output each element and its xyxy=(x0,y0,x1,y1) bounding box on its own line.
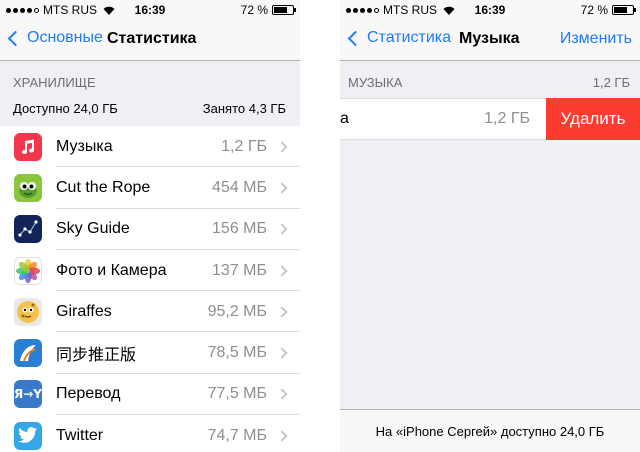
chevron-right-icon xyxy=(276,430,288,442)
storage-footer: На «iPhone Сергей» доступно 24,0 ГБ xyxy=(340,409,640,452)
back-button-label: Основные xyxy=(27,29,103,46)
app-size: 74,7 МБ xyxy=(207,426,267,444)
app-row-translate[interactable]: Я→Y Перевод 77,5 МБ xyxy=(0,374,300,416)
app-row-tongbutui[interactable]: 同步推正版 78,5 МБ xyxy=(0,332,300,375)
chevron-right-icon xyxy=(276,140,288,153)
app-name: Перевод xyxy=(56,385,121,403)
music-detail-screen: MTS RUS 16:39 72 % Статистика Музыка Изм… xyxy=(340,0,640,452)
swiped-list-item[interactable]: а 1,2 ГБ Удалить xyxy=(340,98,640,140)
app-size: 95,2 МБ xyxy=(207,302,267,320)
navigation-bar: Статистика Музыка Изменить xyxy=(340,18,640,61)
app-size: 78,5 МБ xyxy=(207,344,267,362)
chevron-left-icon xyxy=(7,30,24,46)
section-size: 1,2 ГБ xyxy=(592,75,630,90)
storage-header: ХРАНИЛИЩЕ xyxy=(13,75,96,90)
twitter-icon xyxy=(14,421,42,450)
status-bar: MTS RUS 16:39 72 % xyxy=(0,0,300,18)
battery-status: 72 % xyxy=(240,3,296,17)
music-icon xyxy=(14,132,42,161)
chevron-left-icon xyxy=(347,30,364,46)
photos-icon xyxy=(14,256,42,285)
app-name: Twitter xyxy=(56,426,104,444)
app-name: Giraffes xyxy=(56,302,112,320)
chevron-right-icon xyxy=(276,347,288,359)
storage-screen: MTS RUS 16:39 72 % Основные Статистика Х… xyxy=(0,0,300,452)
navigation-bar: Основные Статистика xyxy=(0,18,300,61)
battery-percent: 72 % xyxy=(580,3,608,17)
app-name: Музыка xyxy=(56,137,113,155)
delete-button[interactable]: Удалить xyxy=(546,98,640,140)
app-row-music[interactable]: Музыка 1,2 ГБ xyxy=(0,126,300,168)
app-row-cut-the-rope[interactable]: Cut the Rope 454 МБ xyxy=(0,167,300,209)
battery-percent: 72 % xyxy=(240,3,268,17)
app-row-photos[interactable]: Фото и Камера 137 МБ xyxy=(0,250,300,292)
app-size: 77,5 МБ xyxy=(207,385,267,403)
back-button[interactable]: Основные xyxy=(6,29,103,47)
app-size: 454 МБ xyxy=(212,178,267,196)
app-row-twitter[interactable]: Twitter 74,7 МБ xyxy=(0,415,300,452)
app-name: Фото и Камера xyxy=(56,261,167,279)
app-row-giraffes[interactable]: Giraffes 95,2 МБ xyxy=(0,291,300,333)
available-storage-text: На «iPhone Сергей» доступно 24,0 ГБ xyxy=(375,424,605,439)
section-header: МУЗЫКА 1,2 ГБ xyxy=(340,61,640,98)
app-size: 1,2 ГБ xyxy=(221,137,267,155)
giraffes-icon xyxy=(14,297,42,326)
app-name: 同步推正版 xyxy=(56,347,137,365)
app-size: 137 МБ xyxy=(212,261,267,279)
storage-available: Доступно 24,0 ГБ xyxy=(13,101,118,116)
app-usage-list: Музыка 1,2 ГБ Cut the Rope 454 МБ Sky Gu… xyxy=(0,126,300,452)
translate-icon: Я→Y xyxy=(14,380,42,409)
app-name: Sky Guide xyxy=(56,220,130,238)
chevron-right-icon xyxy=(276,182,288,194)
app-row-sky-guide[interactable]: Sky Guide 156 МБ xyxy=(0,209,300,251)
battery-icon xyxy=(272,5,296,15)
chevron-right-icon xyxy=(276,388,288,401)
battery-fill xyxy=(614,7,627,13)
item-label: а xyxy=(340,110,349,127)
tongbutui-icon xyxy=(14,339,42,368)
chevron-right-icon xyxy=(276,223,288,235)
app-size: 156 МБ xyxy=(212,220,267,238)
storage-used: Занято 4,3 ГБ xyxy=(202,101,286,116)
section-title: МУЗЫКА xyxy=(348,75,403,90)
chevron-right-icon xyxy=(276,306,288,318)
edit-button[interactable]: Изменить xyxy=(560,30,632,48)
battery-fill xyxy=(274,7,287,13)
app-name: Cut the Rope xyxy=(56,178,151,196)
page-title: Музыка xyxy=(459,30,520,47)
chevron-right-icon xyxy=(276,264,288,277)
sky-guide-icon xyxy=(14,215,42,244)
back-button[interactable]: Статистика xyxy=(346,29,451,47)
back-button-label: Статистика xyxy=(367,29,452,46)
page-title: Статистика xyxy=(107,30,197,47)
cut-the-rope-icon xyxy=(14,173,42,202)
battery-status: 72 % xyxy=(580,3,636,17)
status-bar: MTS RUS 16:39 72 % xyxy=(340,0,640,18)
battery-icon xyxy=(612,5,636,15)
item-size: 1,2 ГБ xyxy=(484,110,530,127)
